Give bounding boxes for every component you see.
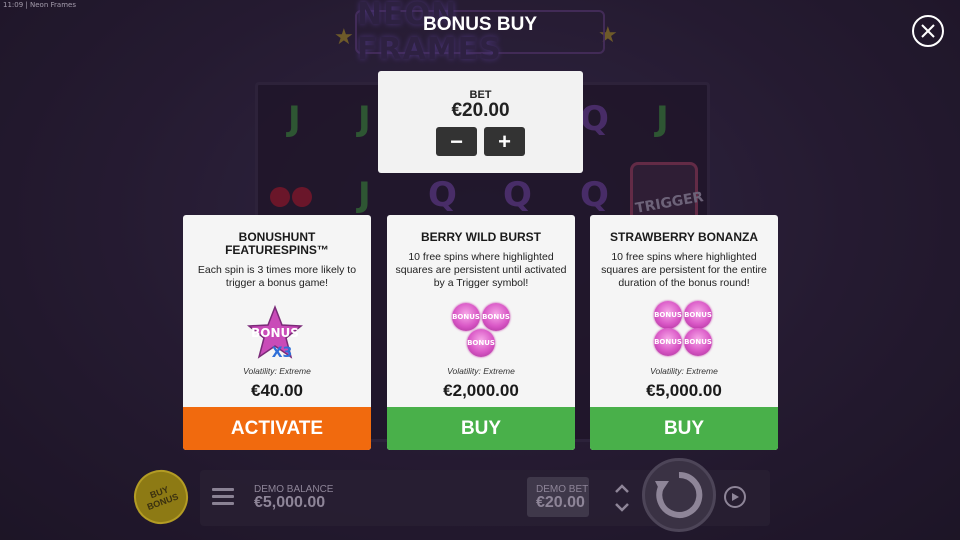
- bet-value: €20.00: [536, 494, 585, 511]
- bonus-badge-icon: BONUS: [467, 329, 495, 357]
- card-volatility: Volatility: Extreme: [650, 366, 718, 376]
- card-price: €40.00: [251, 381, 303, 400]
- chevron-down-icon: [615, 503, 629, 512]
- bet-panel-value: €20.00: [451, 100, 510, 121]
- spin-button[interactable]: [642, 458, 716, 532]
- bet-increase-button[interactable]: +: [484, 127, 525, 156]
- card-volatility: Volatility: Extreme: [447, 366, 515, 376]
- bonus-card-strawberry-bonanza: STRAWBERRY BONANZA 10 free spins where h…: [590, 215, 778, 450]
- bonus-badge-icon: BONUS: [452, 303, 480, 331]
- modal-title: BONUS BUY: [422, 14, 537, 35]
- close-icon: [921, 24, 935, 38]
- bonus-badge-icon: BONUS: [684, 301, 712, 329]
- bonus-badge-icon: BONUS: [654, 328, 682, 356]
- buy-button[interactable]: BUY: [387, 407, 575, 450]
- autoplay-button[interactable]: [724, 486, 746, 508]
- spin-icon: [655, 471, 703, 518]
- x3-icon-text: X3: [272, 345, 293, 361]
- card-volatility: Volatility: Extreme: [243, 366, 311, 376]
- bonus-x3-icon: BONUS X3: [246, 305, 304, 361]
- bet-decrease-button[interactable]: −: [436, 127, 477, 156]
- bonus-icon-text: BONUS: [251, 326, 299, 340]
- bonus-badge-icon: BONUS: [654, 301, 682, 329]
- bet-stepper[interactable]: [614, 478, 630, 523]
- chevron-up-icon[interactable]: [614, 478, 630, 518]
- card-description: 10 free spins where highlighted squares …: [601, 251, 767, 289]
- card-description: Each spin is 3 times more likely to trig…: [197, 264, 357, 289]
- card-title: STRAWBERRY BONANZA: [609, 230, 758, 244]
- card-price: €5,000.00: [646, 381, 722, 400]
- bonus-badge-icon: BONUS: [482, 303, 510, 331]
- bet-panel: BET €20.00 − +: [378, 71, 583, 173]
- close-button[interactable]: [912, 15, 944, 47]
- card-title: BERRY WILD BURST: [421, 230, 541, 244]
- activate-button[interactable]: ACTIVATE: [183, 407, 371, 450]
- balance-value: €5,000.00: [254, 494, 326, 511]
- card-title: BONUSHUNT FEATURESPINS™: [225, 230, 329, 257]
- menu-icon[interactable]: [212, 488, 234, 506]
- card-price: €2,000.00: [443, 381, 519, 400]
- buy-button[interactable]: BUY: [590, 407, 778, 450]
- card-description: 10 free spins where highlighted squares …: [395, 251, 567, 289]
- bonus-badge-icon: BONUS: [684, 328, 712, 356]
- autoplay-icon: [732, 493, 739, 501]
